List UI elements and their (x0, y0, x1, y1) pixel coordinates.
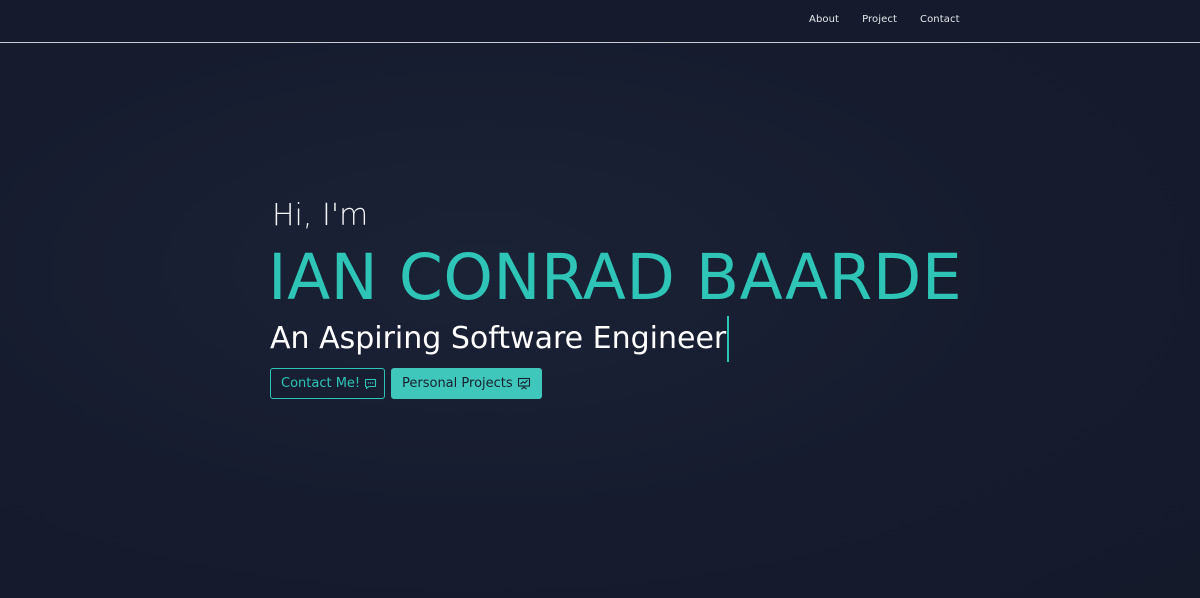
hero-tagline: An Aspiring Software Engineer (270, 321, 727, 356)
typing-cursor (727, 316, 730, 362)
contact-me-button[interactable]: Contact Me! (270, 368, 385, 399)
top-navbar: About Project Contact (0, 0, 1200, 43)
hero-buttons: Contact Me! Personal Projects (270, 368, 542, 399)
page: About Project Contact Hi, I'm IAN CONRAD… (0, 0, 1200, 598)
hero-greeting: Hi, I'm (272, 198, 369, 233)
presentation-icon (517, 377, 531, 390)
chat-icon (364, 378, 377, 390)
nav-link-about[interactable]: About (809, 14, 839, 25)
personal-projects-label: Personal Projects (402, 376, 513, 391)
hero-name: IAN CONRAD BAARDE (268, 241, 963, 314)
contact-me-label: Contact Me! (281, 376, 361, 391)
hero-tagline-wrapper: An Aspiring Software Engineer (270, 316, 730, 362)
personal-projects-button[interactable]: Personal Projects (391, 368, 542, 399)
nav-links: About Project Contact (809, 14, 960, 25)
nav-link-contact[interactable]: Contact (920, 14, 960, 25)
nav-link-project[interactable]: Project (862, 14, 897, 25)
